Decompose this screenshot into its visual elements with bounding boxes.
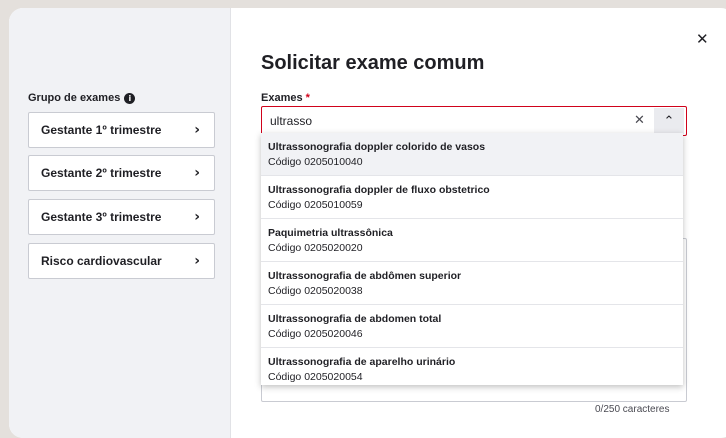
exam-group-title: Grupo de exames i [28, 92, 136, 104]
option-code: Código 0205020038 [268, 285, 363, 297]
exams-search-input[interactable] [270, 113, 620, 129]
exam-group-sidebar: Grupo de exames i Gestante 1º trimestre … [9, 8, 231, 438]
info-icon[interactable]: i [124, 92, 136, 104]
page-title: Solicitar exame comum [261, 52, 485, 74]
exams-dropdown-list: Ultrassonografia doppler colorido de vas… [261, 133, 683, 385]
exams-label-text: Exames [261, 92, 303, 104]
option-code: Código 0205010040 [268, 156, 363, 168]
option-code: Código 0205020046 [268, 328, 363, 340]
group-item-label: Gestante 3º trimestre [41, 210, 162, 224]
chevron-right-icon: › [194, 253, 200, 269]
exam-request-modal: Grupo de exames i Gestante 1º trimestre … [9, 8, 726, 438]
option-name: Ultrassonografia de aparelho urinário [268, 356, 456, 368]
exams-search-field[interactable]: ✕ ⌃ [261, 106, 687, 136]
close-icon[interactable]: ✕ [696, 30, 709, 48]
option-name: Ultrassonografia doppler colorido de vas… [268, 141, 486, 153]
chevron-right-icon: › [194, 122, 200, 138]
option-name: Paquimetria ultrassônica [268, 227, 393, 239]
group-item-gestante-3[interactable]: Gestante 3º trimestre › [28, 199, 215, 235]
chevron-up-icon[interactable]: ⌃ [654, 108, 684, 134]
option-name: Ultrassonografia de abdomen total [268, 313, 442, 325]
list-item[interactable]: Paquimetria ultrassônica Código 02050200… [261, 219, 683, 262]
group-item-risco-cardiovascular[interactable]: Risco cardiovascular › [28, 243, 215, 279]
exams-field-label: Exames * [261, 92, 310, 104]
option-code: Código 0205020020 [268, 242, 363, 254]
group-item-gestante-2[interactable]: Gestante 2º trimestre › [28, 155, 215, 191]
list-item[interactable]: Ultrassonografia de aparelho urinário Có… [261, 348, 683, 385]
group-item-label: Gestante 2º trimestre [41, 166, 162, 180]
chevron-right-icon: › [194, 165, 200, 181]
list-item[interactable]: Ultrassonografia doppler colorido de vas… [261, 133, 683, 176]
chevron-right-icon: › [194, 209, 200, 225]
option-name: Ultrassonografia doppler de fluxo obstet… [268, 184, 490, 196]
option-name: Ultrassonografia de abdômen superior [268, 270, 462, 282]
character-counter: 0/250 caracteres [595, 404, 670, 415]
group-item-label: Gestante 1º trimestre [41, 123, 162, 137]
list-item[interactable]: Ultrassonografia de abdômen superior Cód… [261, 262, 683, 305]
option-code: Código 0205010059 [268, 199, 363, 211]
group-item-label: Risco cardiovascular [41, 254, 162, 268]
list-item[interactable]: Ultrassonografia doppler de fluxo obstet… [261, 176, 683, 219]
group-item-gestante-1[interactable]: Gestante 1º trimestre › [28, 112, 215, 148]
option-code: Código 0205020054 [268, 371, 363, 383]
list-item[interactable]: Ultrassonografia de abdomen total Código… [261, 305, 683, 348]
required-mark: * [305, 92, 310, 104]
exam-group-title-text: Grupo de exames [28, 92, 121, 104]
clear-icon[interactable]: ✕ [634, 113, 645, 128]
